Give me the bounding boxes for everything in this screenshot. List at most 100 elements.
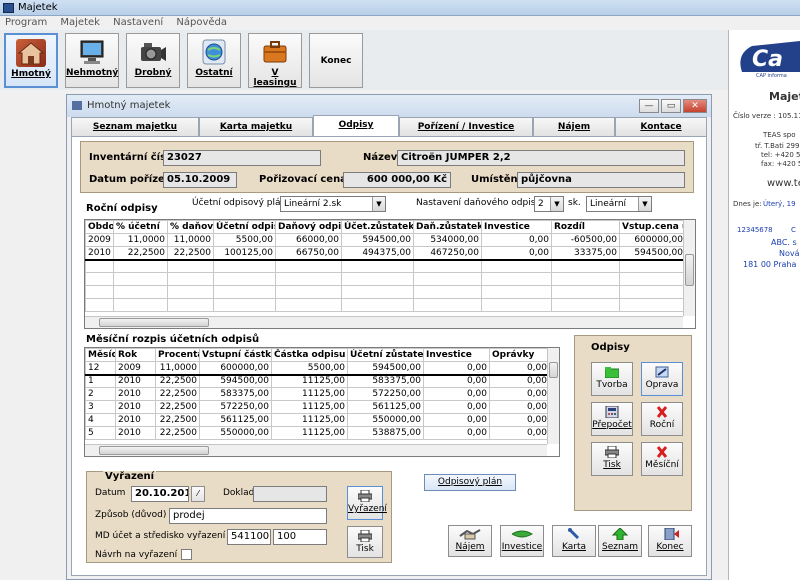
tvorba-button[interactable]: Tvorba — [591, 362, 633, 396]
prepocet-button[interactable]: Přepočet — [591, 402, 633, 436]
najem-button[interactable]: Nájem — [448, 525, 492, 557]
name-label: Název — [363, 152, 398, 163]
table-row[interactable]: 2 2010 22,2500 583375,00 11125,00 572250,00 0,… — [85, 387, 550, 401]
close-button[interactable]: ✕ — [683, 99, 707, 113]
tab-karta-majetku[interactable]: Karta majetku — [199, 117, 313, 136]
toolbar-ostatni-button[interactable]: Ostatní — [187, 33, 241, 88]
close-icon — [655, 446, 669, 458]
svg-text:CAP informa: CAP informa — [756, 73, 787, 79]
minimize-button[interactable]: — — [639, 99, 659, 113]
folder-icon — [604, 366, 620, 379]
md-account-field[interactable]: 541100 — [227, 529, 271, 545]
vyrazeni-tisk-button[interactable]: Tisk — [347, 526, 383, 558]
konec-button[interactable]: Konec — [648, 525, 692, 557]
tab-porizeni-investice[interactable]: Pořízení / Investice — [399, 117, 533, 136]
money-icon — [511, 528, 533, 540]
table-row[interactable]: 4 2010 22,2500 561125,00 11125,00 550000,00 0,… — [85, 413, 550, 427]
table-row[interactable]: 1 2010 22,2500 594500,00 11125,00 583375,00 0,… — [85, 374, 550, 388]
inv-field[interactable]: 23027 — [163, 150, 321, 166]
edit-icon — [655, 366, 669, 378]
annual-vscroll-thumb[interactable] — [685, 254, 694, 286]
today-value: Úterý, 19 — [763, 200, 796, 208]
monthly-hscroll[interactable] — [85, 444, 547, 456]
investice-button[interactable]: Investice — [500, 525, 544, 557]
monthly-vscroll[interactable] — [547, 348, 559, 444]
info-title: Majetek — [769, 90, 800, 103]
name-field[interactable]: Citroën JUMPER 2,2 — [397, 150, 685, 166]
vyrazeni-date-field[interactable]: 20.10.2010 — [131, 486, 189, 502]
vyrazeni-button[interactable]: Vyřazení — [347, 486, 387, 520]
md-center-field[interactable]: 100 — [273, 529, 327, 545]
annual-hscroll-thumb[interactable] — [99, 318, 209, 327]
toolbar-konec-button[interactable]: Konec — [309, 33, 363, 88]
annual-table: Období% účetní% daňovéÚčetní odpisDaňový… — [85, 220, 686, 312]
menu-majetek[interactable]: Majetek — [55, 16, 105, 30]
plan-label: Účetní odpisový plán — [192, 198, 287, 208]
monthly-hscroll-thumb[interactable] — [99, 446, 209, 455]
maximize-button[interactable]: ▭ — [661, 99, 681, 113]
calendar-icon[interactable]: ⁄ — [191, 486, 205, 502]
toolbar-leasing-button[interactable]: V leasingu — [248, 33, 302, 88]
vyrazeni-title: Vyřazení — [103, 471, 157, 482]
briefcase-icon — [260, 38, 290, 66]
mesicni-button[interactable]: Měsíční — [641, 442, 683, 476]
tab-seznam-majetku[interactable]: Seznam majetku — [71, 117, 199, 136]
price-field[interactable]: 600 000,00 Kč — [343, 172, 451, 188]
annual-header-row: Období% účetní% daňovéÚčetní odpisDaňový… — [85, 220, 686, 234]
handshake-icon — [459, 528, 481, 540]
menubar: Program Majetek Nastavení Nápověda — [0, 16, 800, 30]
annual-grid[interactable]: Období% účetní% daňovéÚčetní odpisDaňový… — [84, 219, 696, 329]
globe-icon — [199, 38, 229, 66]
tax-method-select[interactable]: Lineární ▼ — [586, 196, 652, 212]
company-web[interactable]: www.tea — [767, 178, 800, 189]
date-field[interactable]: 05.10.2009 — [163, 172, 237, 188]
printer-icon — [357, 529, 373, 543]
camera-icon — [138, 38, 168, 66]
toolbar-hmotny-button[interactable]: Hmotný — [4, 33, 58, 88]
table-row[interactable]: 2010 22,2500 22,2500 100125,00 66750,00 49437… — [85, 246, 686, 260]
toolbar-nehmotny-button[interactable]: Nehmotný — [65, 33, 119, 88]
annual-hscroll[interactable] — [85, 316, 683, 328]
odpisovy-plan-button[interactable]: Odpisový plán — [424, 474, 516, 491]
printer-icon — [357, 489, 373, 503]
odpisy-panel: Odpisy Tvorba Oprava Přepočet Roční Tisk — [574, 335, 692, 511]
menu-nastaveni[interactable]: Nastavení — [108, 16, 168, 30]
table-row — [85, 272, 686, 286]
proposal-checkbox[interactable] — [181, 549, 192, 560]
table-row[interactable]: 5 2010 22,2500 550000,00 11125,00 538875,00 0,… — [85, 426, 550, 440]
tab-odpisy[interactable]: Odpisy — [313, 115, 399, 136]
menu-program[interactable]: Program — [0, 16, 52, 30]
company-name: TEAS spo — [763, 131, 796, 139]
tisk-odpisy-button[interactable]: Tisk — [591, 442, 633, 476]
monthly-title: Měsíční rozpis účetních odpisů — [86, 334, 260, 345]
table-row[interactable]: 3 2010 22,2500 572250,00 11125,00 561125,00 0,… — [85, 400, 550, 414]
location-field[interactable]: půjčovna — [517, 172, 685, 188]
plan-select[interactable]: Lineární 2.sk ▼ — [280, 196, 386, 212]
tab-najem[interactable]: Nájem — [533, 117, 615, 136]
menu-napoveda[interactable]: Nápověda — [171, 16, 232, 30]
tax-group-select[interactable]: 2 ▼ — [534, 196, 564, 212]
customer-name: ABC. s — [771, 238, 797, 247]
monthly-table: Měsíc Rok Procenta Vstupní částka Částka odp… — [85, 348, 550, 440]
monthly-grid[interactable]: Měsíc Rok Procenta Vstupní částka Částka odp… — [84, 347, 560, 457]
toolbar-drobny-button[interactable]: Drobný — [126, 33, 180, 88]
oprava-button[interactable]: Oprava — [641, 362, 683, 396]
chevron-down-icon: ▼ — [638, 197, 651, 211]
app-title: Majetek — [18, 2, 58, 13]
monthly-vscroll-thumb[interactable] — [549, 362, 558, 378]
today-label: Dnes je: — [733, 200, 762, 208]
method-field[interactable]: prodej — [169, 508, 327, 524]
annual-vscroll[interactable] — [683, 220, 695, 316]
svg-text:Ca: Ca — [752, 47, 783, 72]
seznam-button[interactable]: Seznam — [598, 525, 642, 557]
annual-title: Roční odpisy — [86, 203, 158, 214]
company-tel: tel: +420 5 — [761, 151, 800, 159]
karta-button[interactable]: Karta — [552, 525, 596, 557]
main-toolbar: Hmotný Nehmotný Drobný Ostatní V leasing… — [0, 30, 800, 90]
table-row[interactable]: 2009 11,0000 11,0000 5500,00 66000,00 594500,… — [85, 233, 686, 247]
rocni-button[interactable]: Roční — [641, 402, 683, 436]
printer-icon — [604, 445, 620, 459]
table-row[interactable]: 12 2009 11,0000 600000,00 5500,00 594500,00 0,… — [85, 361, 550, 375]
doklad-field[interactable] — [253, 486, 327, 502]
tab-kontace[interactable]: Kontace — [615, 117, 707, 136]
